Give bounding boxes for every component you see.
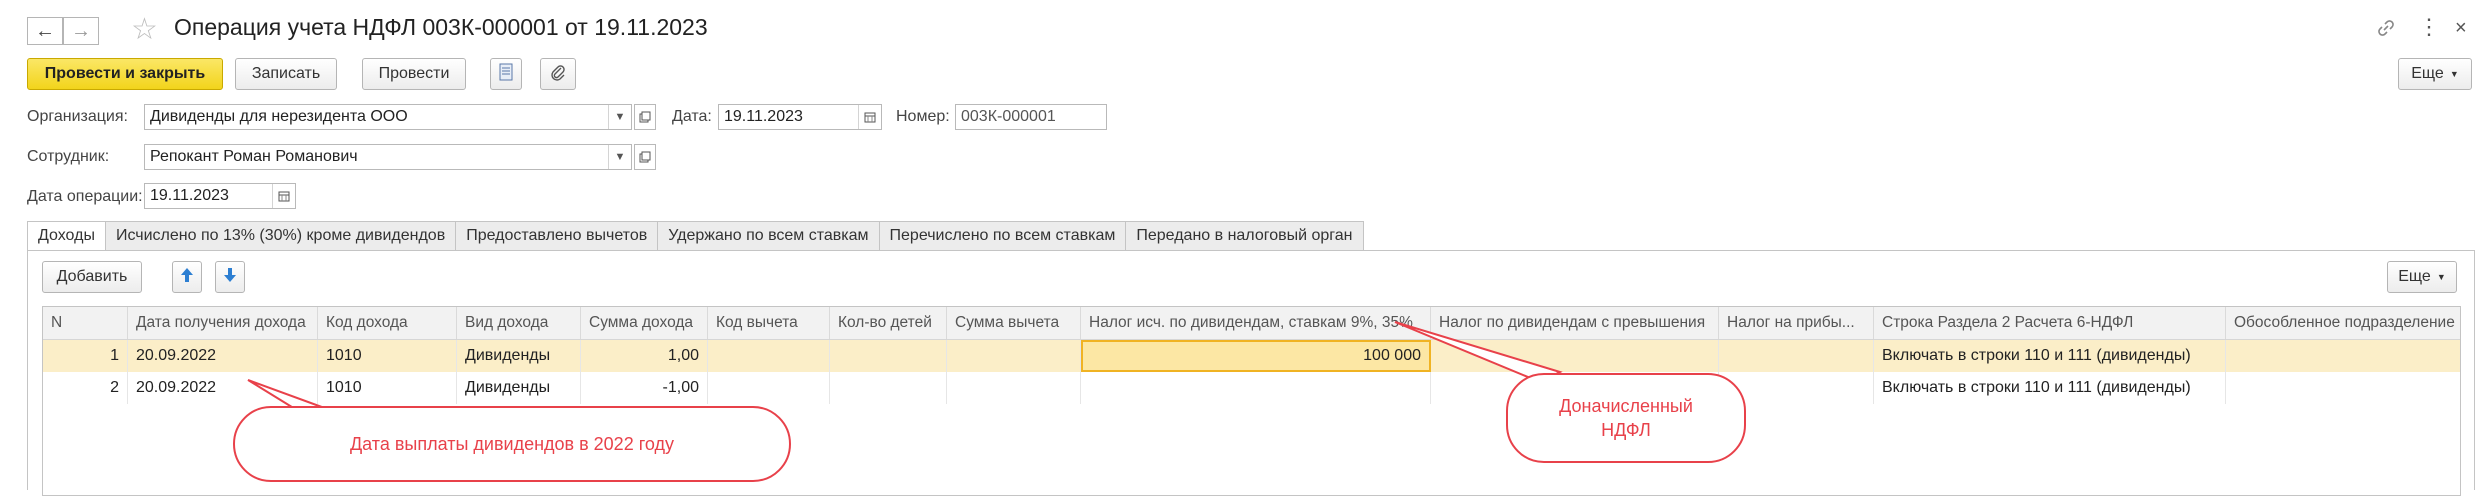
date-callout: Дата выплаты дивидендов в 2022 году bbox=[233, 406, 791, 482]
tax-callout: Доначисленный НДФЛ bbox=[1506, 373, 1746, 463]
